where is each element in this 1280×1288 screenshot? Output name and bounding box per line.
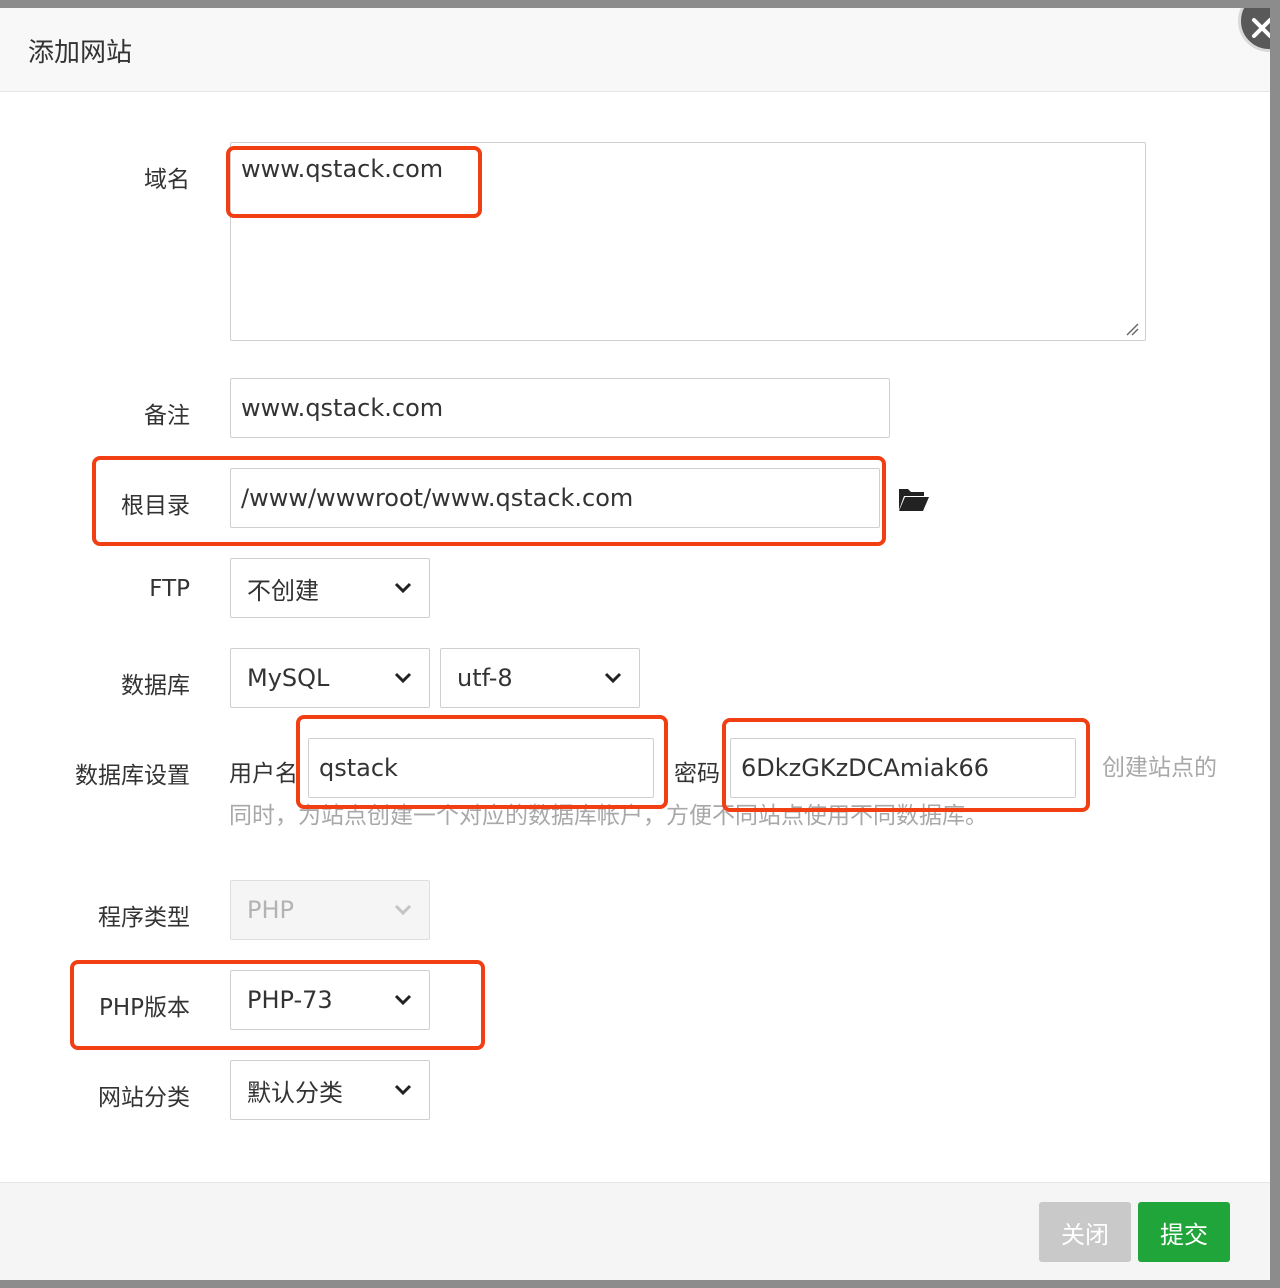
remark-value: www.qstack.com bbox=[241, 394, 444, 422]
db-username-label: 用户名 bbox=[229, 761, 298, 787]
remark-input[interactable]: www.qstack.com bbox=[230, 378, 890, 438]
close-button[interactable]: 关闭 bbox=[1039, 1202, 1131, 1262]
chevron-down-icon bbox=[394, 582, 412, 594]
ftp-selected: 不创建 bbox=[247, 576, 319, 605]
database-type-select[interactable]: MySQL bbox=[230, 648, 430, 708]
db-hint-line1: 创建站点的 bbox=[1102, 755, 1217, 781]
db-settings-label: 数据库设置 bbox=[75, 763, 190, 789]
domain-value: www.qstack.com bbox=[241, 155, 444, 183]
chevron-down-icon bbox=[394, 904, 412, 916]
remark-label: 备注 bbox=[144, 403, 190, 429]
db-password-label: 密码 bbox=[674, 761, 720, 787]
program-type-selected: PHP bbox=[247, 896, 294, 924]
add-site-dialog: 添加网站 域名 www.qstack.com 备注 www.qstack.com… bbox=[0, 8, 1270, 1280]
root-dir-label: 根目录 bbox=[121, 493, 190, 519]
chevron-down-icon bbox=[394, 1084, 412, 1096]
db-username-input[interactable]: qstack bbox=[308, 738, 654, 798]
php-version-select[interactable]: PHP-73 bbox=[230, 970, 430, 1030]
submit-button[interactable]: 提交 bbox=[1138, 1202, 1230, 1262]
root-dir-value: /www/wwwroot/www.qstack.com bbox=[241, 484, 634, 512]
program-type-label: 程序类型 bbox=[98, 905, 190, 931]
dialog-title: 添加网站 bbox=[28, 38, 133, 68]
site-category-selected: 默认分类 bbox=[247, 1078, 343, 1107]
database-label: 数据库 bbox=[121, 673, 190, 699]
folder-open-icon[interactable] bbox=[898, 486, 930, 512]
program-type-select: PHP bbox=[230, 880, 430, 940]
php-version-selected: PHP-73 bbox=[247, 986, 333, 1014]
ftp-select[interactable]: 不创建 bbox=[230, 558, 430, 618]
domain-textarea[interactable]: www.qstack.com bbox=[230, 142, 1146, 341]
site-category-select[interactable]: 默认分类 bbox=[230, 1060, 430, 1120]
dialog-title-bar: 添加网站 bbox=[0, 8, 1270, 92]
db-password-input[interactable]: 6DkzGKzDCAmiak66 bbox=[730, 738, 1076, 798]
ftp-label: FTP bbox=[149, 576, 190, 602]
chevron-down-icon bbox=[394, 672, 412, 684]
root-dir-input[interactable]: /www/wwwroot/www.qstack.com bbox=[230, 468, 880, 528]
db-hint-line2: 同时，为站点创建一个对应的数据库帐户，方便不同站点使用不同数据库。 bbox=[229, 803, 988, 829]
db-username-value: qstack bbox=[319, 754, 398, 782]
resize-grip-icon[interactable] bbox=[1125, 322, 1139, 336]
database-type-selected: MySQL bbox=[247, 664, 330, 692]
chevron-down-icon bbox=[604, 672, 622, 684]
chevron-down-icon bbox=[394, 994, 412, 1006]
dialog-footer: 关闭 提交 bbox=[0, 1182, 1270, 1280]
database-charset-selected: utf-8 bbox=[457, 664, 513, 692]
php-version-label: PHP版本 bbox=[98, 995, 190, 1021]
site-category-label: 网站分类 bbox=[98, 1085, 190, 1111]
db-password-value: 6DkzGKzDCAmiak66 bbox=[741, 754, 990, 782]
database-charset-select[interactable]: utf-8 bbox=[440, 648, 640, 708]
domain-label: 域名 bbox=[144, 167, 190, 193]
